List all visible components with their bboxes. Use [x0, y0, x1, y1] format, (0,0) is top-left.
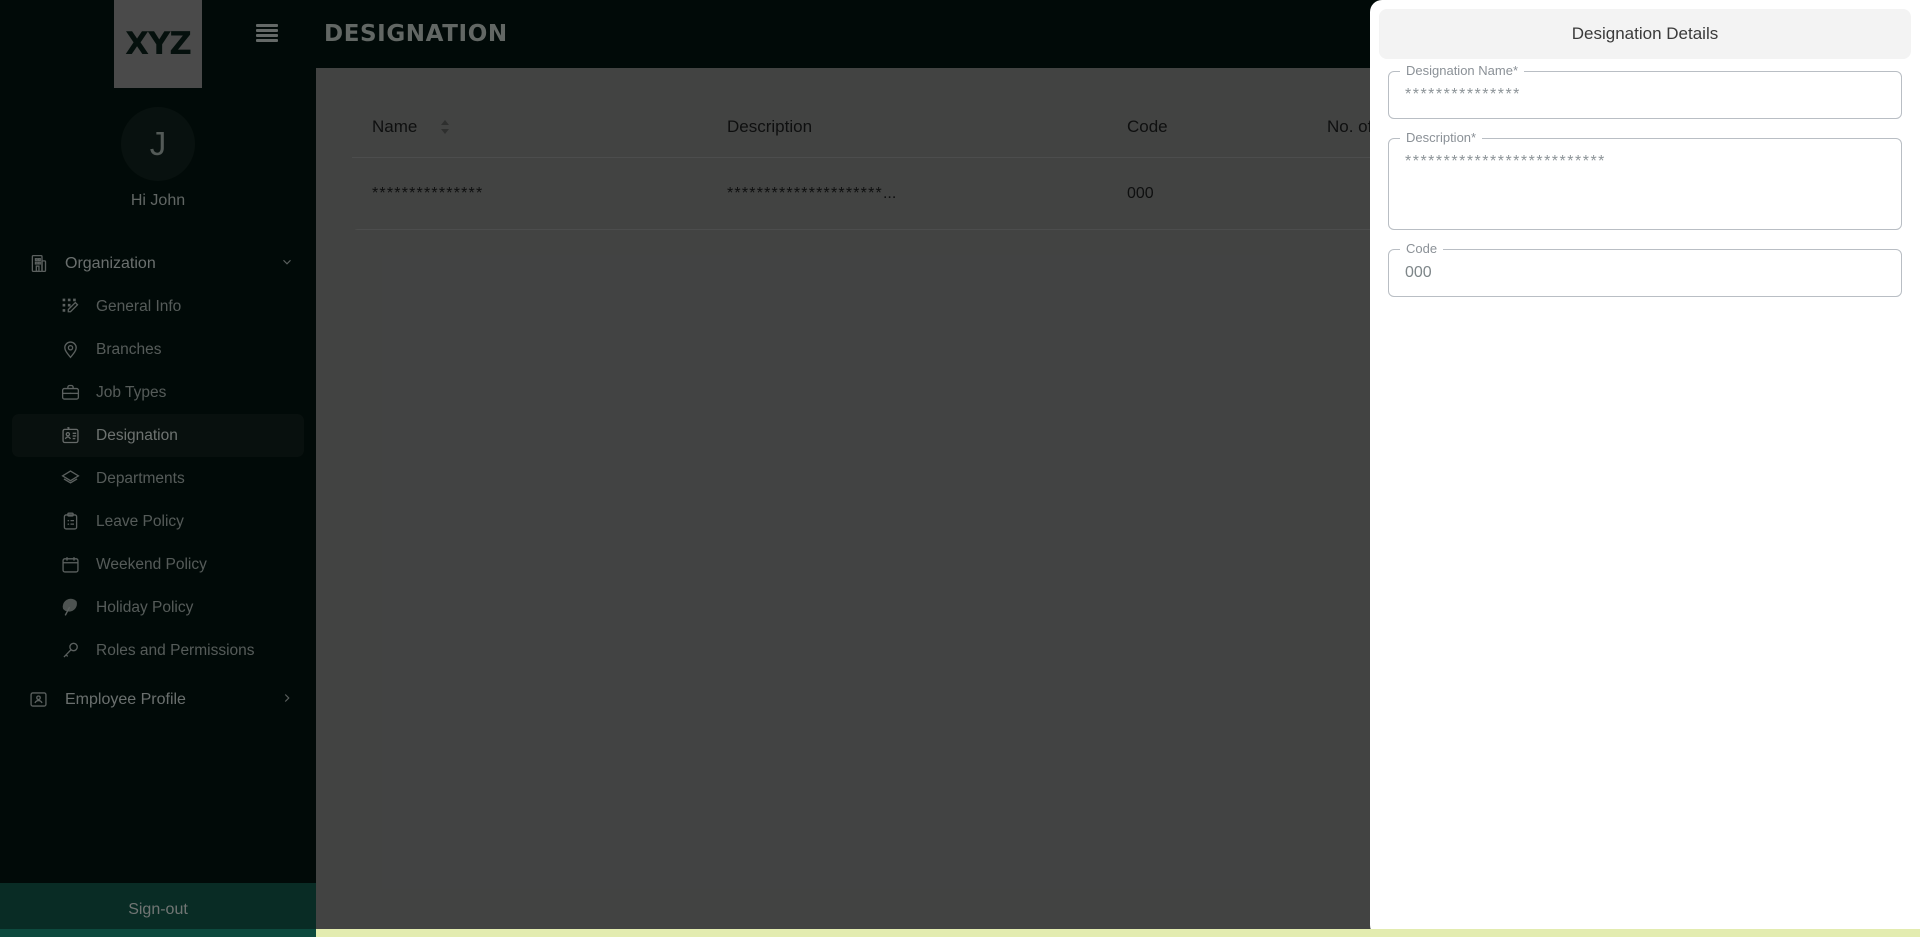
app-root: XYZ J Hi John Organization General Info … — [0, 0, 1920, 937]
panel-body: Designation Name* Description* *********… — [1370, 59, 1920, 297]
bottom-strip-dark-segment — [0, 929, 316, 937]
panel-header: Designation Details — [1379, 9, 1911, 59]
panel-title: Designation Details — [1571, 24, 1719, 43]
designation-details-panel: Designation Details Designation Name* De… — [1370, 0, 1920, 937]
field-description: Description* ************************** — [1388, 130, 1902, 230]
field-designation-name: Designation Name* — [1388, 63, 1902, 119]
designation-name-input[interactable] — [1388, 71, 1902, 119]
code-input[interactable] — [1388, 249, 1902, 297]
field-code: Code — [1388, 241, 1902, 297]
description-textarea[interactable]: ************************** — [1388, 138, 1902, 230]
bottom-accent-strip — [0, 929, 1920, 937]
